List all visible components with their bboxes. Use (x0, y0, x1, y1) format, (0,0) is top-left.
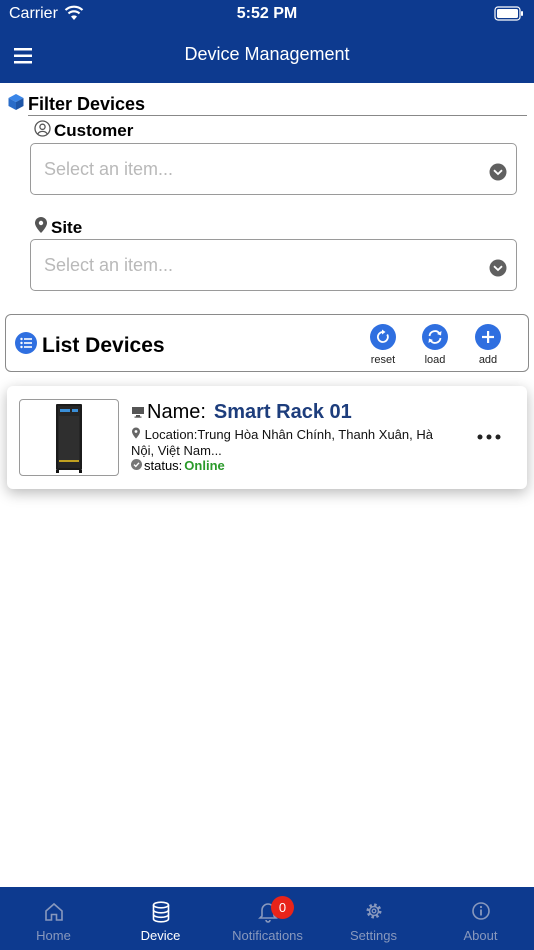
site-select-placeholder: Select an item... (44, 255, 174, 275)
more-options-icon[interactable] (477, 429, 501, 440)
tab-device[interactable]: Device (107, 887, 214, 950)
tab-settings-label: Settings (350, 928, 397, 943)
site-label: Site (34, 216, 82, 239)
tab-notifications-label: Notifications (232, 928, 303, 943)
location-pin-icon (131, 427, 145, 442)
device-name-value: Smart Rack 01 (213, 401, 352, 423)
database-icon (107, 901, 214, 923)
add-button-label: add (478, 354, 498, 366)
location-pin-icon (34, 216, 48, 239)
check-circle-icon (131, 458, 142, 473)
page-title: Device Management (184, 44, 350, 64)
reset-button-label: reset (370, 354, 396, 366)
plus-icon (475, 324, 501, 350)
device-name-label: Name: (147, 401, 206, 423)
customer-select-placeholder: Select an item... (44, 159, 174, 179)
device-status-label: status: (144, 458, 183, 473)
list-devices-title: List Devices (15, 332, 165, 360)
tab-bar: Home Device Notifications Settings About (0, 887, 534, 950)
device-name: Name: Smart Rack 01 (131, 401, 352, 424)
divider (28, 115, 527, 116)
home-icon (0, 901, 107, 923)
customer-label-text: Customer (54, 121, 134, 140)
tab-device-label: Device (140, 928, 181, 943)
site-label-text: Site (51, 217, 83, 237)
list-devices-panel: List Devices reset load add (5, 314, 529, 372)
clock: 5:52 PM (236, 5, 298, 22)
device-location-text: Location:Trung Hòa Nhân Chính, Thanh Xuâ… (131, 427, 433, 458)
filter-section-title: Filter Devices (7, 93, 145, 116)
tab-about-label: About (463, 928, 498, 943)
add-button[interactable]: add (468, 324, 508, 366)
tab-notifications[interactable]: Notifications (214, 887, 321, 950)
gear-icon (320, 901, 427, 923)
info-icon (427, 901, 534, 923)
device-status: status: Online (131, 458, 225, 473)
reset-icon (370, 324, 396, 350)
filter-title-text: Filter Devices (28, 94, 146, 114)
list-icon (15, 332, 37, 360)
tab-home[interactable]: Home (0, 887, 107, 950)
refresh-icon (422, 324, 448, 350)
chevron-down-icon (489, 259, 507, 277)
tab-settings[interactable]: Settings (320, 887, 427, 950)
device-thumbnail (19, 399, 119, 476)
cube-icon (7, 93, 25, 116)
tab-home-label: Home (36, 928, 71, 943)
battery-icon (494, 6, 524, 27)
tab-about[interactable]: About (427, 887, 534, 950)
device-status-value: Online (184, 458, 225, 473)
status-bar: Carrier 5:52 PM (0, 0, 534, 30)
load-button-label: load (424, 354, 446, 366)
bell-icon (214, 901, 321, 923)
customer-label: Customer (34, 120, 133, 142)
device-card[interactable]: Name: Smart Rack 01 Location:Trung Hòa N… (7, 386, 527, 489)
nav-bar: Device Management (0, 30, 534, 83)
site-select[interactable]: Select an item... (30, 239, 517, 291)
list-devices-title-text: List Devices (42, 334, 165, 357)
user-circle-icon (34, 120, 51, 142)
load-button[interactable]: load (415, 324, 455, 366)
device-location: Location:Trung Hòa Nhân Chính, Thanh Xuâ… (131, 427, 456, 459)
reset-button[interactable]: reset (363, 324, 403, 366)
notification-badge: 0 (271, 896, 294, 919)
monitor-icon (131, 401, 145, 424)
customer-select[interactable]: Select an item... (30, 143, 517, 195)
chevron-down-icon (489, 163, 507, 181)
